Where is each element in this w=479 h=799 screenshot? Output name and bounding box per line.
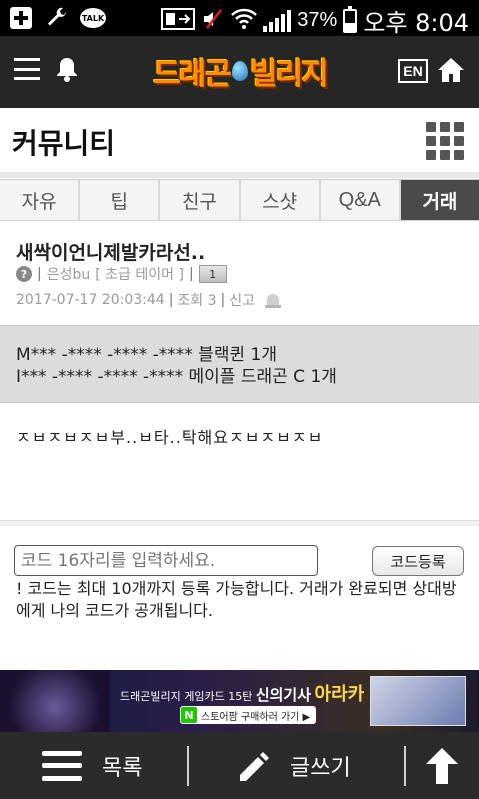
tab-tip[interactable]: 팁 [80, 180, 161, 220]
divider [404, 746, 406, 786]
battery-icon [343, 5, 358, 33]
ad-text-card: 드래곤빌리지 게임카드 [120, 690, 225, 703]
post-body: ㅈㅂㅈㅂㅈㅂ부..ㅂ타..탁해요ㅈㅂㅈㅂㅈㅂ [16, 428, 324, 447]
category-tabs: 자유 팁 친구 스샷 Q&A 거래 [0, 179, 479, 221]
bottom-bar: 목록 글쓰기 [0, 732, 479, 799]
language-button[interactable]: EN [398, 59, 428, 83]
report-link[interactable]: 신고 [229, 290, 255, 310]
level-badge: 1 [198, 265, 227, 283]
ad-character-image [0, 670, 110, 732]
status-left-icons: TALK [8, 5, 106, 31]
author-rank: [ 초급 테이머 ] [95, 267, 184, 283]
separator: | [37, 266, 42, 282]
ad-headline: 드래곤빌리지 게임카드 15탄 신의기사 아라카 [120, 680, 364, 706]
naver-icon: N [181, 707, 197, 723]
list-label: 목록 [102, 755, 143, 781]
bell-icon[interactable] [56, 56, 78, 82]
grid-menu-icon[interactable] [426, 122, 464, 160]
write-button[interactable]: 글쓰기 [236, 732, 351, 799]
post-author-row: ? | 은성bu [ 초급 테이머 ] | 1 [16, 264, 227, 284]
tab-friend[interactable]: 친구 [160, 180, 241, 220]
divider [187, 746, 189, 786]
trade-code-2: I*** -**** -**** -**** 메이플 드래곤 C 1개 [16, 367, 337, 387]
status-bar: TALK 37% 오후 8:04 [0, 0, 479, 38]
ad-text-issue: 15탄 [228, 690, 253, 703]
separator: | [168, 292, 174, 308]
post-title: 새싹이언니제발카라선.. [16, 242, 206, 264]
egg-icon [232, 61, 248, 81]
post-date: 2017-07-17 20:03:44 [16, 292, 165, 308]
pencil-icon [236, 749, 270, 783]
page-title: 커뮤니티 [12, 127, 116, 160]
post-info-row: 2017-07-17 20:03:44 | 조회 3 | 신고 [16, 290, 283, 310]
signal-icon [263, 9, 292, 32]
divider [0, 520, 479, 526]
trade-code-box: M*** -**** -**** -**** 블랙퀸 1개 I*** -****… [0, 325, 479, 403]
trade-code-1: M*** -**** -**** -**** 블랙퀸 1개 [16, 345, 277, 365]
ad-store-label: 스토어팜 구매하러 가기 ▶ [201, 711, 311, 723]
separator: | [188, 266, 194, 282]
data-transfer-icon [161, 7, 196, 35]
registration-note: ! 코드는 최대 10개까지 등록 가능합니다. 거래가 완료되면 상대방에게 … [16, 579, 457, 620]
wifi-icon [231, 8, 258, 34]
list-button[interactable]: 목록 [42, 732, 142, 799]
scroll-top-button[interactable] [424, 732, 460, 799]
separator: | [220, 292, 226, 308]
battery-percent: 37% [297, 9, 338, 31]
status-right-icons: 37% 오후 8:04 [161, 3, 469, 38]
plus-box-icon [8, 5, 34, 31]
write-label: 글쓰기 [290, 755, 351, 781]
app-logo[interactable]: 드래곤 빌리지 [142, 48, 338, 94]
wrench-icon [44, 5, 70, 31]
arrow-up-icon [424, 746, 460, 786]
ad-text-araka: 아라카 [314, 684, 365, 705]
logo-text-part1: 드래곤 [153, 57, 232, 92]
tab-qna[interactable]: Q&A [320, 180, 401, 220]
siren-icon[interactable] [263, 292, 283, 308]
divider [0, 172, 479, 178]
ad-store-link[interactable]: N 스토어팜 구매하러 가기 ▶ [180, 706, 317, 724]
mute-icon [201, 7, 225, 35]
clock: 오후 8:04 [363, 9, 469, 37]
home-icon[interactable] [437, 56, 465, 84]
tab-free[interactable]: 자유 [0, 180, 81, 220]
author-name[interactable]: 은성bu [47, 264, 91, 284]
ad-banner[interactable]: 드래곤빌리지 게임카드 15탄 신의기사 아라카 N 스토어팜 구매하러 가기 … [0, 670, 479, 732]
menu-icon[interactable] [14, 58, 40, 80]
logo-text-part2: 빌리지 [250, 57, 329, 92]
section-header: 커뮤니티 [0, 108, 479, 176]
ad-text-knight: 신의기사 [255, 686, 312, 704]
question-icon: ? [16, 266, 32, 282]
app-header: 드래곤 빌리지 EN [0, 36, 479, 108]
tab-screenshot[interactable]: 스샷 [240, 180, 321, 220]
view-count: 조회 3 [177, 293, 217, 309]
kakaotalk-icon: TALK [80, 8, 106, 28]
code-input[interactable] [14, 545, 318, 576]
register-code-button[interactable]: 코드등록 [372, 546, 464, 576]
ad-card-pack-image [370, 676, 466, 726]
tab-trade[interactable]: 거래 [400, 180, 479, 220]
list-icon [42, 750, 82, 781]
